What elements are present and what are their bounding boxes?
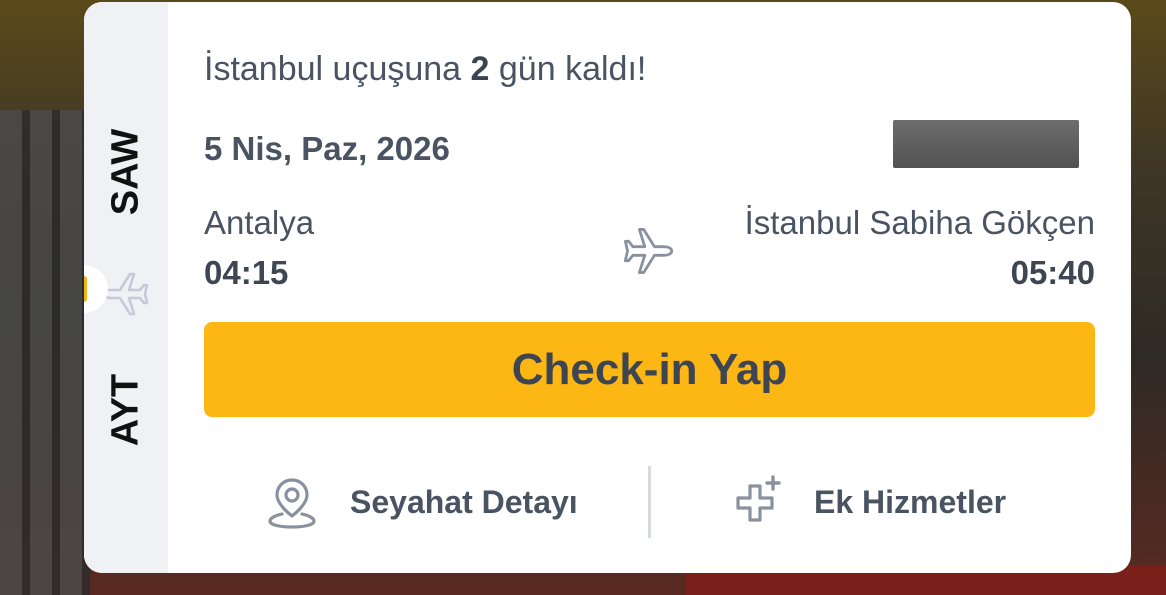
origin-city: Antalya — [204, 204, 315, 241]
origin-code: AYT — [104, 373, 147, 447]
travel-details-label: Seyahat Detayı — [350, 483, 578, 520]
countdown-prefix: İstanbul uçuşuna — [204, 50, 471, 88]
countdown-days: 2 — [470, 50, 490, 88]
flight-card[interactable]: SAW AYT İstanbul uçuşuna 2 gün kaldı! 5 … — [84, 2, 1131, 573]
extra-services-label: Ek Hizmetler — [814, 483, 1007, 520]
extra-services-button[interactable]: Ek Hizmetler — [728, 466, 1006, 538]
airplane-icon — [102, 272, 149, 316]
location-pin-icon — [268, 478, 316, 529]
destination-code: SAW — [104, 128, 147, 216]
card-actions: Seyahat Detayı Ek Hizmetler — [204, 466, 1095, 538]
departure-time: 04:15 — [204, 254, 289, 291]
countdown-text: İstanbul uçuşuna 2 gün kaldı! — [204, 50, 646, 89]
redacted-block — [893, 120, 1079, 168]
background-column — [0, 110, 90, 595]
airplane-icon — [623, 228, 674, 274]
plus-services-icon — [736, 475, 781, 522]
action-divider — [648, 466, 651, 538]
progress-mark — [84, 276, 87, 302]
arrival-time: 05:40 — [1010, 254, 1095, 291]
destination-city: İstanbul Sabiha Gökçen — [744, 204, 1095, 241]
flight-date: 5 Nis, Paz, 2026 — [204, 130, 450, 167]
countdown-suffix: gün kaldı! — [489, 50, 647, 88]
travel-details-button[interactable]: Seyahat Detayı — [264, 466, 578, 538]
flight-details: İstanbul uçuşuna 2 gün kaldı! 5 Nis, Paz… — [204, 2, 1095, 573]
checkin-button[interactable]: Check-in Yap — [204, 322, 1095, 417]
